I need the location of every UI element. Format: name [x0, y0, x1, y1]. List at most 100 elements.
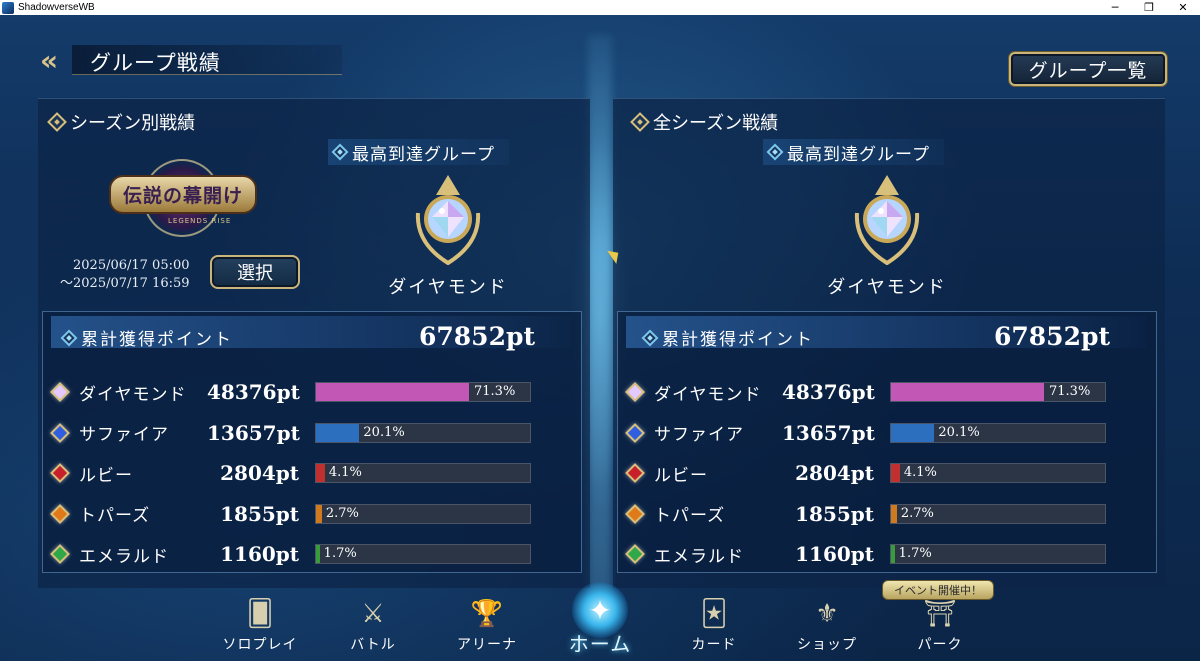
gem-icon	[47, 501, 73, 527]
cumulative-points-total: 67852pt	[993, 322, 1110, 351]
rank-percent-fill	[316, 464, 325, 483]
page-title: グループ戦績	[90, 51, 221, 75]
rank-percent-bar: 4.1%	[315, 463, 531, 484]
cumulative-points-label-text: 累計獲得ポイント	[81, 330, 233, 350]
rank-name: トパーズ	[654, 506, 726, 527]
cumulative-points-box: 累計獲得ポイント 67852pt ダイヤモンド 48376pt 71.3% サファイア…	[617, 311, 1157, 573]
window-title: ShadowverseWB	[18, 2, 95, 13]
rank-points: 48376pt	[782, 380, 875, 405]
rank-row: トパーズ 1855pt 2.7%	[47, 494, 547, 535]
highest-group-label: 最高到達グループ	[328, 139, 509, 165]
rank-name: エメラルド	[79, 546, 169, 567]
highest-group-name: ダイヤモンド	[388, 277, 508, 298]
highest-group-label-text: 最高到達グループ	[787, 144, 930, 165]
gem-icon	[622, 460, 648, 486]
game-screen: « グループ戦績 グループ一覧 シーズン別戦績 伝説の幕開け LEGENDS R…	[0, 15, 1200, 661]
subheading-diamond-icon	[331, 143, 349, 161]
crossed-swords-icon: ⚔	[361, 599, 385, 629]
gem-icon	[622, 541, 648, 567]
season-logo: 伝説の幕開け LEGENDS RISE	[98, 159, 268, 237]
all-season-record-panel: 全シーズン戦績 最高到達グループ ダイヤモンド 累計獲得ポイント 67852pt	[613, 98, 1165, 588]
rank-row: トパーズ 1855pt 2.7%	[622, 494, 1122, 535]
heading-diamond-icon	[47, 112, 67, 132]
nav-label: カード	[691, 637, 737, 653]
gem-shape	[50, 422, 70, 443]
points-header: 累計獲得ポイント 67852pt	[51, 316, 571, 351]
nav-item[interactable]: 🃏 カード	[659, 590, 769, 661]
season-end-date: 〜2025/07/17 16:59	[60, 276, 190, 291]
nav-item[interactable]: ⛩ パーク	[885, 590, 995, 661]
heading-diamond-icon	[630, 112, 650, 132]
rank-row: ダイヤモンド 48376pt 71.3%	[622, 372, 1122, 413]
nav-item[interactable]: ✦ ホーム	[545, 582, 655, 661]
highest-group-label-text: 最高到達グループ	[352, 144, 495, 165]
rank-row: ルビー 2804pt 4.1%	[47, 453, 547, 494]
rank-row: サファイア 13657pt 20.1%	[47, 413, 547, 454]
season-record-heading: シーズン別戦績	[47, 109, 195, 135]
season-start-date: 2025/06/17 05:00	[73, 258, 190, 273]
season-logo-subtitle: LEGENDS RISE	[168, 217, 232, 225]
rank-points: 13657pt	[782, 420, 875, 445]
gem-shape	[50, 544, 70, 565]
gem-shape	[625, 422, 645, 443]
rank-points: 1855pt	[795, 501, 874, 526]
nav-item[interactable]: 🏆 アリーナ	[432, 590, 542, 661]
nav-label: パーク	[917, 637, 963, 653]
highest-group-name: ダイヤモンド	[827, 277, 947, 298]
rank-name: エメラルド	[654, 546, 744, 567]
gem-shape	[625, 544, 645, 565]
diamond-rank-emblem-icon	[415, 175, 481, 265]
points-header: 累計獲得ポイント 67852pt	[626, 316, 1146, 351]
rank-percent-fill	[891, 423, 934, 442]
nav-item[interactable]: 🂠 ソロプレイ	[205, 590, 315, 661]
rank-percent-label: 20.1%	[938, 424, 980, 440]
rank-percent-bar: 71.3%	[315, 382, 531, 403]
rank-percent-bar: 71.3%	[890, 382, 1106, 403]
rank-row: サファイア 13657pt 20.1%	[622, 413, 1122, 454]
cumulative-points-box: 累計獲得ポイント 67852pt ダイヤモンド 48376pt 71.3% サファイア…	[42, 311, 582, 573]
nav-item[interactable]: ⚜ ショップ	[772, 590, 882, 661]
rank-percent-label: 1.7%	[898, 546, 932, 562]
subheading-diamond-icon	[766, 143, 784, 161]
rank-percent-bar: 1.7%	[890, 544, 1106, 565]
rank-name: ダイヤモンド	[79, 384, 187, 405]
restore-icon[interactable]: ❐	[1132, 0, 1166, 15]
group-list-button[interactable]: グループ一覧	[1009, 52, 1167, 86]
nav-label: アリーナ	[457, 637, 517, 653]
minimize-icon[interactable]: ─	[1098, 0, 1132, 15]
gem-shape	[50, 382, 70, 403]
gem-shape	[625, 503, 645, 524]
all-season-heading: 全シーズン戦績	[630, 109, 778, 135]
rank-percent-fill	[316, 504, 322, 523]
season-logo-text: 伝説の幕開け	[108, 174, 257, 214]
window-titlebar: ShadowverseWB ─ ❐ ✕	[0, 0, 1200, 15]
rank-percent-label: 2.7%	[900, 505, 934, 521]
gem-icon	[622, 379, 648, 405]
nav-label: ショップ	[797, 637, 857, 653]
rank-row: エメラルド 1160pt 1.7%	[47, 534, 547, 575]
rank-percent-fill	[891, 383, 1044, 402]
gem-icon	[47, 460, 73, 486]
nav-label: ソロプレイ	[222, 637, 298, 653]
rank-percent-fill	[891, 504, 897, 523]
rank-breakdown-list: ダイヤモンド 48376pt 71.3% サファイア 13657pt 20.1% ルビー 28…	[47, 372, 547, 575]
rank-percent-bar: 20.1%	[315, 422, 531, 443]
nav-label: バトル	[350, 637, 396, 653]
solo-play-icon: 🂠	[246, 599, 274, 629]
season-dates: 2025/06/17 05:00 〜2025/07/17 16:59	[60, 257, 190, 293]
gem-shape	[50, 463, 70, 484]
rank-name: トパーズ	[79, 506, 151, 527]
rank-breakdown-list: ダイヤモンド 48376pt 71.3% サファイア 13657pt 20.1% ルビー 28…	[622, 372, 1122, 575]
event-badge: イベント開催中！	[882, 580, 994, 600]
rank-percent-bar: 4.1%	[890, 463, 1106, 484]
points-diamond-icon	[60, 329, 78, 346]
close-icon[interactable]: ✕	[1166, 0, 1200, 15]
cumulative-points-label: 累計獲得ポイント	[641, 325, 814, 350]
rank-percent-label: 2.7%	[325, 505, 359, 521]
back-arrow-icon[interactable]: «	[40, 47, 74, 75]
nav-item[interactable]: ⚔ バトル	[318, 590, 428, 661]
rank-percent-label: 4.1%	[328, 465, 362, 481]
season-select-button[interactable]: 選択	[210, 255, 300, 289]
rank-name: ダイヤモンド	[654, 384, 762, 405]
rank-percent-label: 4.1%	[903, 465, 937, 481]
